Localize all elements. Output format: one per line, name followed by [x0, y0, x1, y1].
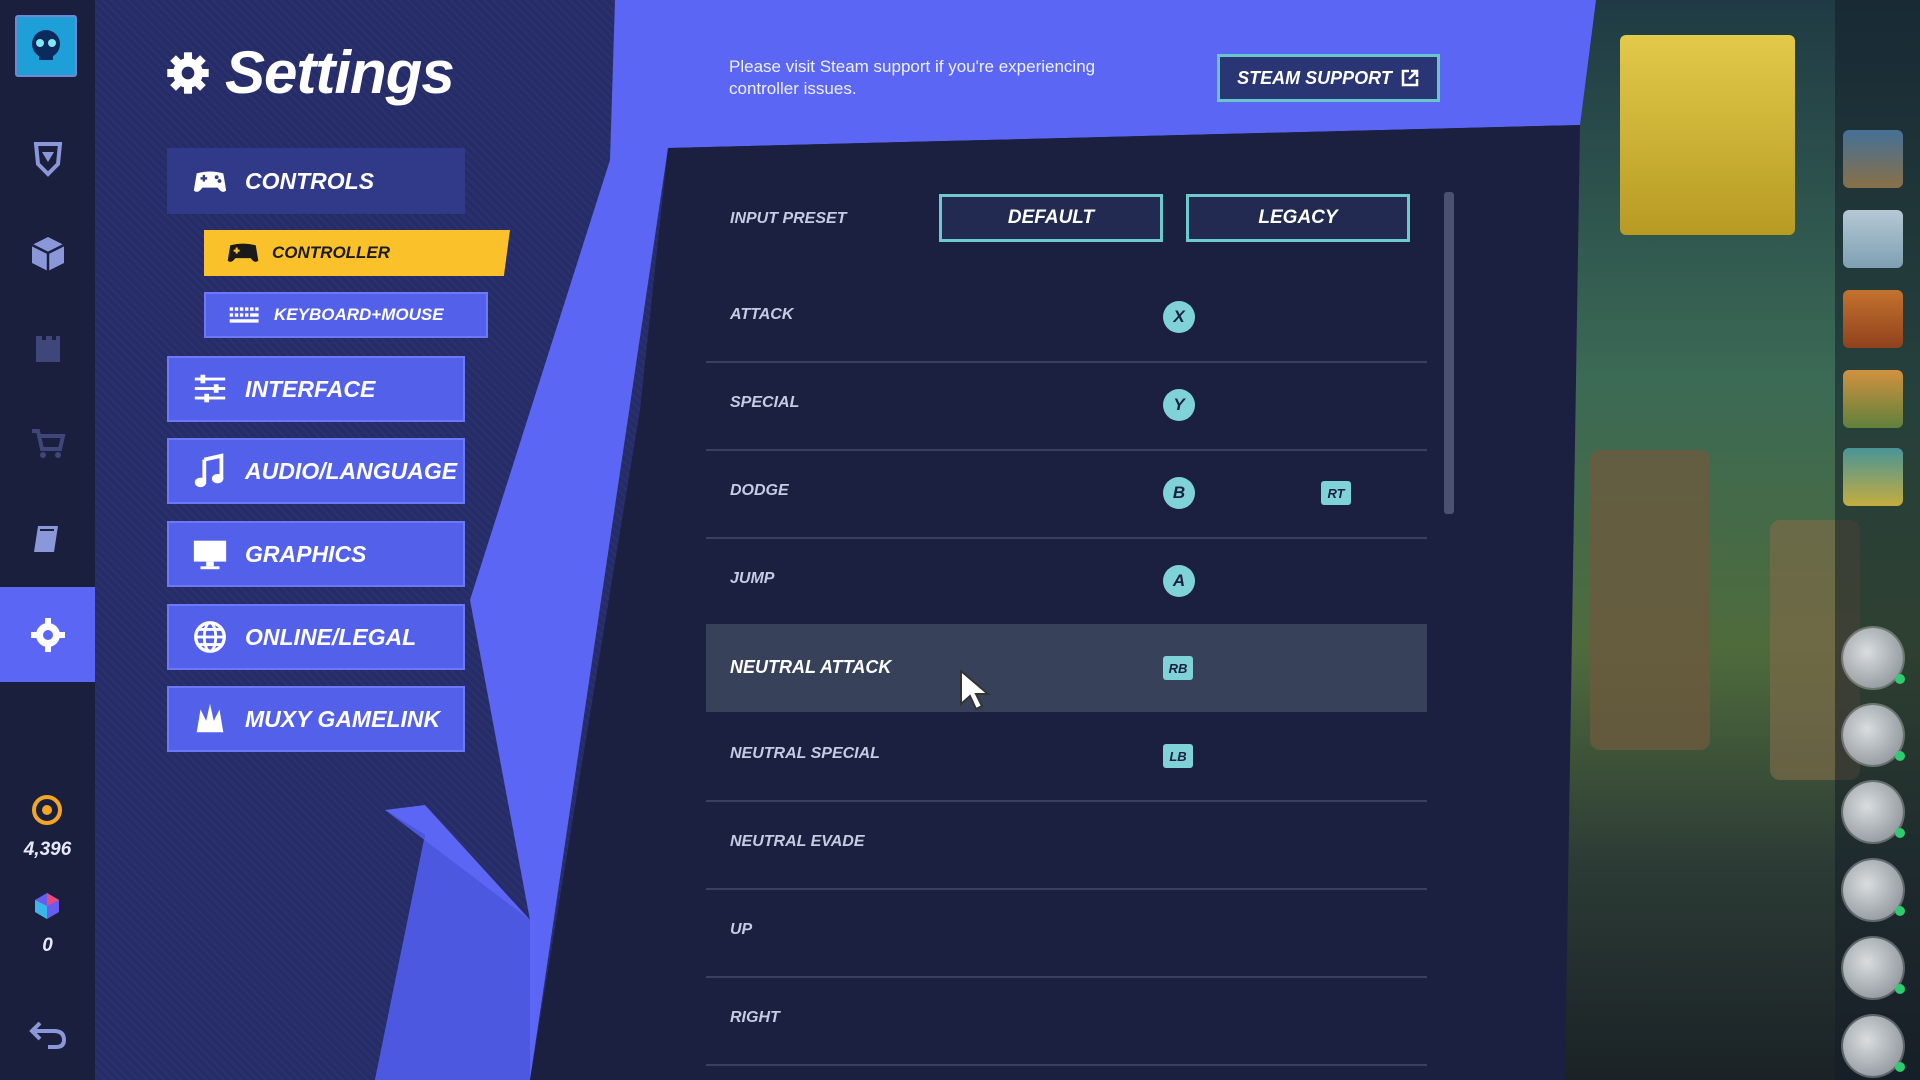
- support-message: Please visit Steam support if you're exp…: [729, 57, 1096, 98]
- rail-tournaments-button[interactable]: [0, 300, 95, 395]
- subcategory-label: CONTROLLER: [272, 243, 391, 262]
- friend-avatar[interactable]: [1843, 1016, 1905, 1076]
- category-label: AUDIO/LANGUAGE: [245, 457, 458, 484]
- rail-collection-button[interactable]: [0, 205, 95, 300]
- category-online-legal[interactable]: ONLINE/LEGAL: [167, 604, 465, 670]
- shield-icon: [33, 141, 62, 177]
- rail-settings-button[interactable]: [0, 587, 95, 682]
- category-graphics[interactable]: GRAPHICS: [167, 521, 465, 587]
- mouse-cursor-icon: [960, 668, 991, 711]
- binding-key-primary[interactable]: X: [1163, 301, 1195, 333]
- binding-key-primary[interactable]: Y: [1163, 389, 1195, 421]
- box-icon: [30, 236, 65, 271]
- gamepad-icon: [227, 243, 259, 262]
- friend-avatar[interactable]: [1843, 628, 1905, 688]
- rail-guide-button[interactable]: [0, 490, 95, 585]
- category-label: MUXY GAMELINK: [245, 705, 441, 732]
- preset-legacy-button[interactable]: LEGACY: [1186, 194, 1410, 242]
- cart-icon: [31, 428, 66, 458]
- gold-currency-icon: [31, 794, 63, 831]
- gold-currency-value: 4,396: [23, 839, 72, 860]
- page-title: Settings: [165, 38, 455, 107]
- category-audio-language[interactable]: AUDIO/LANGUAGE: [167, 438, 465, 504]
- friend-thumb[interactable]: [1843, 290, 1903, 348]
- binding-action: NEUTRAL ATTACK: [730, 657, 892, 677]
- castle-icon: [35, 335, 60, 362]
- input-preset-label: INPUT PRESET: [730, 210, 847, 227]
- scene-poster: [1620, 35, 1795, 235]
- rail-store-button[interactable]: [0, 395, 95, 490]
- binding-row-right[interactable]: RIGHT: [706, 976, 1427, 1066]
- left-rail: 4,396 0: [0, 0, 95, 1080]
- skull-icon: [32, 30, 60, 60]
- friend-avatar[interactable]: [1843, 705, 1905, 765]
- category-label: ONLINE/LEGAL: [245, 623, 417, 650]
- friend-thumb[interactable]: [1843, 210, 1903, 268]
- binding-row-attack[interactable]: ATTACK X: [706, 273, 1427, 363]
- external-link-icon: [1401, 69, 1419, 87]
- category-label: INTERFACE: [245, 375, 376, 402]
- friend-avatar[interactable]: [1843, 860, 1905, 920]
- binding-action: ATTACK: [730, 306, 794, 323]
- gamepad-icon: [193, 171, 227, 192]
- binding-row-jump[interactable]: JUMP A: [706, 537, 1427, 627]
- binding-row-up[interactable]: UP: [706, 888, 1427, 978]
- steam-support-label: STEAM SUPPORT: [1237, 67, 1392, 88]
- scene-rock: [1590, 450, 1710, 750]
- category-label: GRAPHICS: [245, 540, 367, 567]
- gear-icon: [167, 51, 209, 94]
- binding-action: RIGHT: [730, 1009, 780, 1026]
- category-controls[interactable]: CONTROLS: [167, 148, 465, 214]
- friend-thumb[interactable]: [1843, 370, 1903, 428]
- binding-row-neutral-attack[interactable]: NEUTRAL ATTACK RB: [706, 624, 1427, 712]
- binding-row-neutral-evade[interactable]: NEUTRAL EVADE: [706, 800, 1427, 890]
- music-note-icon: [194, 453, 224, 488]
- back-arrow-icon: [28, 1021, 66, 1049]
- preset-default-button[interactable]: DEFAULT: [939, 194, 1163, 242]
- keyboard-icon: [229, 307, 259, 323]
- monitor-icon: [193, 540, 227, 570]
- category-interface[interactable]: INTERFACE: [167, 356, 465, 422]
- rail-battlepass-button[interactable]: [0, 110, 95, 205]
- subcategory-controller[interactable]: CONTROLLER: [204, 230, 510, 276]
- gear-icon: [30, 617, 65, 652]
- gem-currency-value: 0: [42, 935, 53, 956]
- profile-avatar[interactable]: [15, 15, 77, 77]
- friend-avatar[interactable]: [1843, 938, 1905, 998]
- friend-avatar[interactable]: [1843, 782, 1905, 842]
- subcategory-label: KEYBOARD+MOUSE: [274, 305, 444, 324]
- page-title-text: Settings: [225, 39, 455, 106]
- binding-action: SPECIAL: [730, 394, 800, 411]
- binding-row-dodge[interactable]: DODGE B RT: [706, 449, 1427, 539]
- globe-icon: [194, 621, 226, 653]
- friend-thumb[interactable]: [1843, 448, 1903, 506]
- binding-action: DODGE: [730, 482, 789, 499]
- binding-row-neutral-special[interactable]: NEUTRAL SPECIAL LB: [706, 712, 1427, 802]
- binding-action: NEUTRAL SPECIAL: [730, 745, 880, 762]
- binding-action: NEUTRAL EVADE: [730, 833, 865, 850]
- binding-key-primary[interactable]: LB: [1163, 744, 1193, 768]
- binding-key-secondary[interactable]: RT: [1321, 481, 1351, 505]
- muxy-icon: [196, 703, 224, 733]
- binding-key-primary[interactable]: A: [1163, 565, 1195, 597]
- binding-key-primary[interactable]: B: [1163, 477, 1195, 509]
- steam-support-button[interactable]: STEAM SUPPORT: [1217, 54, 1440, 102]
- binding-key-primary[interactable]: RB: [1163, 656, 1193, 680]
- binding-row-special[interactable]: SPECIAL Y: [706, 361, 1427, 451]
- book-icon: [33, 525, 58, 552]
- binding-action: UP: [730, 921, 753, 938]
- sliders-icon: [194, 374, 226, 403]
- category-muxy-gamelink[interactable]: MUXY GAMELINK: [167, 686, 465, 752]
- bindings-scrollbar[interactable]: [1444, 192, 1454, 514]
- binding-action: JUMP: [730, 570, 775, 587]
- back-button[interactable]: [0, 985, 95, 1080]
- subcategory-keyboard-mouse[interactable]: KEYBOARD+MOUSE: [204, 292, 488, 338]
- friend-thumb[interactable]: [1843, 130, 1903, 188]
- category-label: CONTROLS: [245, 167, 375, 194]
- gem-currency-icon: [31, 890, 63, 927]
